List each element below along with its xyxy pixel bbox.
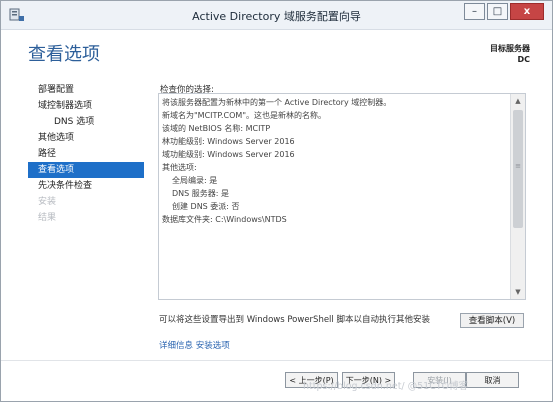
nav-item-dns-options[interactable]: DNS 选项 [28,114,144,130]
scroll-thumb[interactable]: ≡ [513,110,523,228]
title-bar: Active Directory 域服务配置向导 – □ x [1,1,552,30]
page-title: 查看选项 [28,44,100,65]
review-scrollbar[interactable]: ▲ ≡ ▼ [510,94,525,299]
review-line: 域功能级别: Windows Server 2016 [162,150,295,159]
wizard-nav: 部署配置 域控制器选项 DNS 选项 其他选项 路径 查看选项 先决条件检查 安… [28,82,144,226]
nav-item-deployment[interactable]: 部署配置 [28,82,144,98]
export-description: 可以将这些设置导出到 Windows PowerShell 脚本以自动执行其他安… [159,315,430,325]
nav-item-review-options[interactable]: 查看选项 [28,162,144,178]
scroll-down-arrow-icon[interactable]: ▼ [511,285,525,299]
more-info-link[interactable]: 详细信息 安装选项 [159,339,230,351]
review-line: 其他选项: [162,163,197,172]
close-button[interactable]: x [510,3,544,20]
watermark-text: https://blog.csdn.net/ @51CTO博客 [303,381,469,392]
review-line: 该域的 NetBIOS 名称: MCITP [162,124,271,133]
view-script-button[interactable]: 查看脚本(V) [460,313,524,328]
maximize-button[interactable]: □ [487,3,508,20]
target-server-label: 目标服务器 [490,44,530,53]
review-line: 创建 DNS 委派: 否 [172,202,240,211]
nav-item-installation: 安装 [38,197,57,207]
review-line: 全局编录: 是 [172,176,218,185]
nav-item-prerequisites[interactable]: 先决条件检查 [28,178,144,194]
review-line: DNS 服务器: 是 [172,189,230,198]
target-server-name: DC [517,55,530,64]
review-line: 林功能级别: Windows Server 2016 [162,137,295,146]
cancel-button[interactable]: 取消 [466,372,519,388]
review-line: 新域名为"MCITP.COM"。这也是新林的名称。 [162,111,326,120]
review-lines: 将该服务器配置为新林中的第一个 Active Directory 域控制器。 新… [162,96,507,226]
review-line: 数据库文件夹: C:\Windows\NTDS [162,215,287,224]
minimize-button[interactable]: – [464,3,485,20]
scroll-grip-icon: ≡ [515,162,521,170]
nav-item-dc-options[interactable]: 域控制器选项 [28,98,144,114]
scroll-up-arrow-icon[interactable]: ▲ [511,94,525,108]
target-server: 目标服务器 DC [490,43,530,65]
footer-divider [1,360,552,361]
nav-item-paths[interactable]: 路径 [28,146,144,162]
review-line: 将该服务器配置为新林中的第一个 Active Directory 域控制器。 [162,98,392,107]
nav-item-results: 结果 [38,213,57,223]
review-text-box[interactable]: 将该服务器配置为新林中的第一个 Active Directory 域控制器。 新… [158,93,526,300]
nav-item-additional-options[interactable]: 其他选项 [28,130,144,146]
wizard-window: Active Directory 域服务配置向导 – □ x 查看选项 目标服务… [0,0,553,402]
